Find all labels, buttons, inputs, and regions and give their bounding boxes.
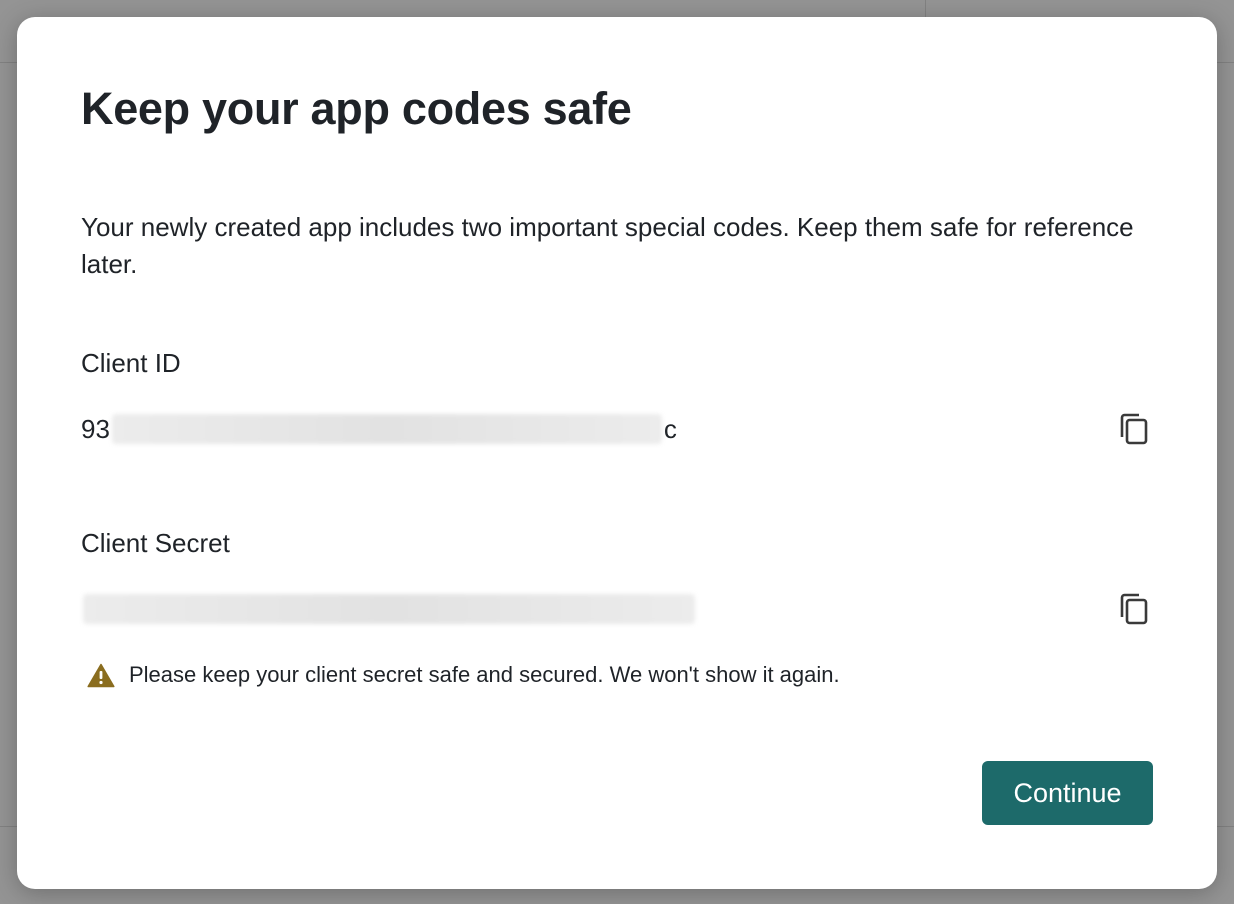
copy-icon <box>1120 593 1148 625</box>
client-id-suffix: c <box>663 413 677 444</box>
client-secret-redacted <box>83 594 695 624</box>
app-codes-modal: Keep your app codes safe Your newly crea… <box>17 17 1217 889</box>
client-id-label: Client ID <box>81 348 181 378</box>
continue-button[interactable]: Continue <box>982 761 1153 825</box>
secret-warning: Please keep your client secret safe and … <box>87 662 840 688</box>
warning-triangle-icon <box>87 663 115 687</box>
client-id-redacted <box>111 414 662 444</box>
warning-text: Please keep your client secret safe and … <box>129 662 840 687</box>
client-secret-value <box>81 589 697 629</box>
client-secret-label: Client Secret <box>81 528 230 558</box>
copy-client-secret-button[interactable] <box>1115 589 1155 629</box>
modal-description: Your newly created app includes two impo… <box>81 212 1134 279</box>
client-id-prefix: 93 <box>81 413 110 444</box>
copy-icon <box>1120 413 1148 445</box>
copy-client-id-button[interactable] <box>1115 409 1155 449</box>
client-id-value: 93 c <box>81 409 677 449</box>
modal-title: Keep your app codes safe <box>81 83 632 134</box>
